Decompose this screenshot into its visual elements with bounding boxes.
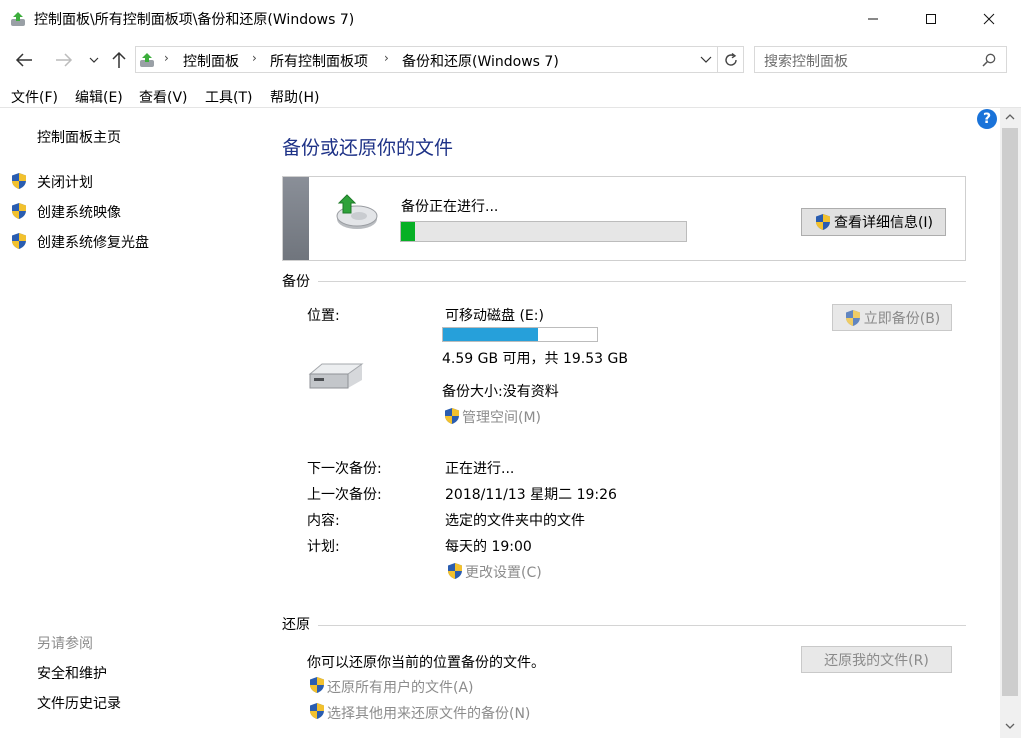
drive-space-fill (443, 328, 539, 341)
see-also-file-history[interactable]: 文件历史记录 (37, 693, 121, 713)
refresh-icon (724, 52, 737, 66)
uac-shield-icon (12, 233, 26, 249)
up-button[interactable] (107, 48, 131, 72)
menu-help[interactable]: 帮助(H) (270, 87, 319, 107)
breadcrumb-separator: › (252, 51, 257, 65)
search-icon (982, 53, 996, 67)
control-panel-icon (11, 12, 25, 26)
schedule-value: 每天的 19:00 (445, 539, 532, 555)
uac-shield-icon (815, 214, 830, 230)
restore-all-users-link[interactable]: 还原所有用户的文件(A) (327, 677, 474, 697)
menu-view[interactable]: 查看(V) (139, 87, 188, 107)
title-bar: 控制面板\所有控制面板项\备份和还原(Windows 7) (0, 0, 1021, 38)
contents-label: 内容: (307, 513, 340, 529)
back-button[interactable] (12, 48, 36, 72)
schedule-label: 计划: (307, 539, 340, 555)
sidebar-item-turn-off-schedule[interactable]: 关闭计划 (37, 172, 93, 192)
contents-value: 选定的文件夹中的文件 (445, 513, 585, 529)
scroll-up-arrow-icon[interactable] (1005, 113, 1015, 121)
breadcrumb-separator: › (384, 51, 389, 65)
backup-drive-icon (336, 194, 378, 229)
location-label: 位置: (307, 308, 340, 324)
close-icon (983, 13, 995, 25)
last-backup-label: 上一次备份: (307, 487, 382, 503)
search-input[interactable]: 搜索控制面板 (764, 51, 848, 71)
recent-locations-button[interactable] (82, 48, 106, 72)
breadcrumb-all-items[interactable]: 所有控制面板项 (270, 51, 368, 71)
uac-shield-icon (445, 408, 459, 424)
menu-bar: 文件(F) 编辑(E) 查看(V) 工具(T) 帮助(H) (0, 84, 1021, 108)
progress-status-text: 备份正在进行... (401, 199, 499, 215)
uac-shield-icon (12, 173, 26, 189)
backup-section-heading: 备份 (282, 274, 310, 290)
backup-size-text: 备份大小:没有资料 (442, 384, 559, 400)
uac-shield-icon (310, 703, 324, 719)
refresh-button[interactable] (718, 46, 744, 73)
see-also-heading: 另请参阅 (37, 636, 93, 652)
restore-my-files-button[interactable]: 还原我的文件(R) (801, 646, 952, 673)
window-title: 控制面板\所有控制面板项\备份和还原(Windows 7) (34, 12, 355, 28)
uac-shield-icon (12, 203, 26, 219)
uac-shield-icon (845, 309, 860, 326)
next-backup-label: 下一次备份: (307, 461, 382, 477)
arrow-up-icon (112, 51, 126, 68)
section-divider (318, 281, 966, 282)
menu-file[interactable]: 文件(F) (11, 87, 58, 107)
breadcrumb-backup-restore[interactable]: 备份和还原(Windows 7) (402, 51, 559, 71)
arrow-left-icon (15, 53, 32, 67)
page-title: 备份或还原你的文件 (282, 137, 454, 159)
section-divider (318, 625, 966, 626)
address-bar[interactable]: › 控制面板 › 所有控制面板项 › 备份和还原(Windows 7) (135, 46, 718, 73)
close-button[interactable] (966, 0, 1012, 38)
restore-description: 你可以还原你当前的位置备份的文件。 (307, 655, 545, 671)
restore-section-heading: 还原 (282, 617, 310, 633)
drive-space-bar (442, 327, 598, 342)
chevron-down-icon[interactable] (700, 56, 712, 64)
backup-now-label: 立即备份(B) (863, 310, 941, 327)
uac-shield-icon (448, 563, 462, 579)
help-icon[interactable]: ? (977, 109, 997, 129)
backup-progress-bar (400, 221, 687, 242)
backup-progress-panel: 备份正在进行... 查看详细信息(I) (282, 176, 966, 261)
sidebar-item-create-repair-disc[interactable]: 创建系统修复光盘 (37, 232, 149, 252)
scrollbar-thumb[interactable] (1002, 128, 1018, 696)
backup-progress-fill (401, 222, 416, 241)
arrow-right-icon (56, 53, 73, 67)
chevron-down-icon (89, 57, 99, 63)
maximize-button[interactable] (908, 0, 954, 38)
select-other-backup-link[interactable]: 选择其他用来还原文件的备份(N) (327, 703, 530, 723)
forward-button[interactable] (52, 48, 76, 72)
uac-shield-icon (310, 677, 324, 693)
backup-now-button[interactable]: 立即备份(B) (832, 304, 952, 331)
breadcrumb-control-panel[interactable]: 控制面板 (183, 51, 239, 71)
control-panel-icon (140, 53, 154, 67)
breadcrumb-separator: › (164, 51, 169, 65)
minimize-button[interactable] (850, 0, 896, 38)
manage-space-link[interactable]: 管理空间(M) (462, 407, 541, 427)
sidebar-item-create-system-image[interactable]: 创建系统映像 (37, 202, 121, 222)
next-backup-value: 正在进行... (445, 461, 515, 477)
minimize-icon (868, 18, 878, 20)
removable-drive-icon (308, 363, 364, 389)
sidebar-home-link[interactable]: 控制面板主页 (37, 127, 121, 147)
drive-name: 可移动磁盘 (E:) (445, 308, 544, 324)
last-backup-value: 2018/11/13 星期二 19:26 (445, 487, 617, 503)
view-details-label: 查看详细信息(I) (833, 215, 934, 231)
search-box[interactable]: 搜索控制面板 (754, 46, 1007, 73)
maximize-icon (926, 14, 936, 24)
change-settings-link[interactable]: 更改设置(C) (465, 562, 542, 582)
progress-panel-strip (283, 177, 309, 260)
drive-space-text: 4.59 GB 可用，共 19.53 GB (442, 351, 628, 367)
restore-my-files-label: 还原我的文件(R) (824, 652, 929, 669)
menu-edit[interactable]: 编辑(E) (75, 87, 123, 107)
menu-tools[interactable]: 工具(T) (205, 87, 252, 107)
view-details-button[interactable]: 查看详细信息(I) (801, 208, 946, 236)
see-also-security-maintenance[interactable]: 安全和维护 (37, 663, 107, 683)
scroll-down-arrow-icon[interactable] (1005, 722, 1015, 730)
